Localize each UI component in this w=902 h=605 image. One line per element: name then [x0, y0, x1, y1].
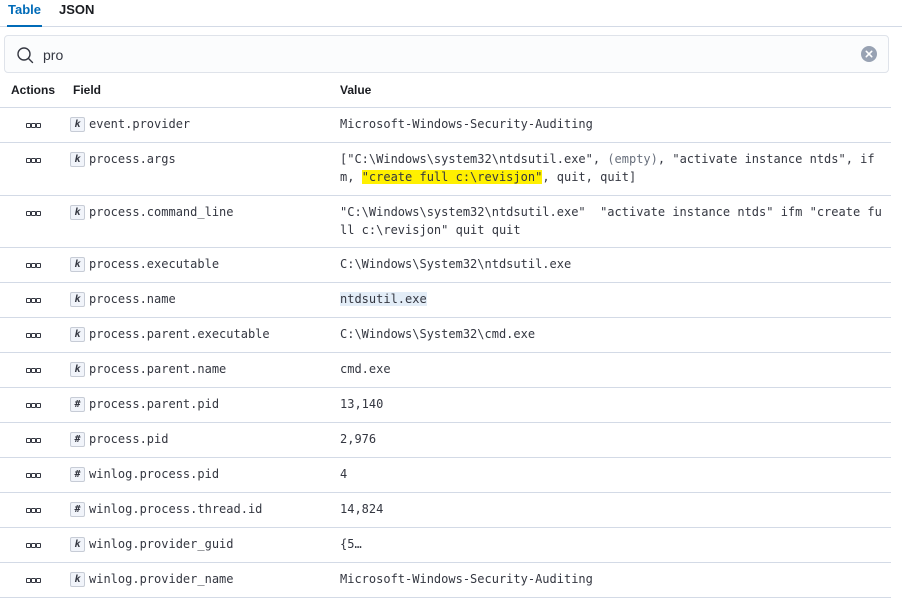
- field-name: process.pid: [89, 432, 169, 446]
- row-actions-icon[interactable]: [26, 123, 42, 128]
- row-actions-icon[interactable]: [26, 211, 42, 216]
- row-actions-icon[interactable]: [26, 298, 42, 303]
- field-type-number-icon: #: [70, 397, 85, 412]
- field-type-keyword-icon: k: [70, 572, 85, 587]
- table-row: # winlog.process.thread.id 14,824: [0, 493, 891, 528]
- field-type-keyword-icon: k: [70, 327, 85, 342]
- field-type-keyword-icon: k: [70, 362, 85, 377]
- field-value[interactable]: C:\Windows\System32\ntdsutil.exe: [340, 255, 885, 273]
- search-input[interactable]: [43, 45, 843, 65]
- field-value[interactable]: 14,824: [340, 500, 885, 518]
- field-name: process.parent.pid: [89, 397, 220, 411]
- row-actions-icon[interactable]: [26, 578, 42, 583]
- field-value[interactable]: {5…: [340, 535, 885, 553]
- field-type-keyword-icon: k: [70, 205, 85, 220]
- selected-value-text: ntdsutil.exe: [340, 292, 427, 306]
- row-actions-icon[interactable]: [26, 263, 42, 268]
- search-icon: [17, 47, 34, 64]
- column-header-value[interactable]: Value: [340, 83, 371, 97]
- field-value[interactable]: 4: [340, 465, 885, 483]
- search-bar: [4, 35, 889, 73]
- row-actions-icon[interactable]: [26, 403, 42, 408]
- field-name: winlog.provider_name: [89, 572, 234, 586]
- row-actions-icon[interactable]: [26, 158, 42, 163]
- field-name: process.parent.executable: [89, 327, 270, 341]
- table-row: k process.args ["C:\Windows\system32\ntd…: [0, 143, 891, 196]
- field-name: process.command_line: [89, 205, 234, 219]
- field-value[interactable]: Microsoft-Windows-Security-Auditing: [340, 570, 885, 588]
- field-type-keyword-icon: k: [70, 537, 85, 552]
- field-name: winlog.provider_guid: [89, 537, 234, 551]
- field-name: process.name: [89, 292, 176, 306]
- tab-table[interactable]: Table: [7, 2, 42, 27]
- field-name: winlog.process.pid: [89, 467, 220, 481]
- field-name: process.args: [89, 152, 176, 166]
- field-value[interactable]: cmd.exe: [340, 360, 885, 378]
- field-value[interactable]: 2,976: [340, 430, 885, 448]
- value-text: ["C:\Windows\system32\ntdsutil.exe",: [340, 152, 608, 166]
- field-type-number-icon: #: [70, 432, 85, 447]
- table-row: k event.provider Microsoft-Windows-Secur…: [0, 108, 891, 143]
- clear-search-icon[interactable]: [861, 46, 877, 62]
- tab-json[interactable]: JSON: [59, 2, 94, 25]
- value-text: , quit, quit]: [542, 170, 637, 184]
- field-type-keyword-icon: k: [70, 117, 85, 132]
- field-name: event.provider: [89, 117, 191, 131]
- field-value[interactable]: ntdsutil.exe: [340, 290, 885, 308]
- field-name: process.executable: [89, 257, 220, 271]
- field-name: winlog.process.thread.id: [89, 502, 263, 516]
- field-value[interactable]: C:\Windows\System32\cmd.exe: [340, 325, 885, 343]
- table-row: k winlog.provider_name Microsoft-Windows…: [0, 563, 891, 598]
- table-row: k process.command_line "C:\Windows\syste…: [0, 196, 891, 248]
- table-row: # winlog.process.pid 4: [0, 458, 891, 493]
- field-value[interactable]: Microsoft-Windows-Security-Auditing: [340, 115, 885, 133]
- tab-bar: Table JSON: [0, 0, 902, 27]
- field-type-keyword-icon: k: [70, 152, 85, 167]
- table-row: k process.name ntdsutil.exe: [0, 283, 891, 318]
- table-row: k winlog.provider_guid {5…: [0, 528, 891, 563]
- field-type-keyword-icon: k: [70, 257, 85, 272]
- search-highlight: "create full c:\revisjon": [361, 170, 543, 184]
- row-actions-icon[interactable]: [26, 368, 42, 373]
- table-row: # process.pid 2,976: [0, 423, 891, 458]
- field-type-number-icon: #: [70, 502, 85, 517]
- column-header-field[interactable]: Field: [73, 83, 101, 97]
- field-value[interactable]: 13,140: [340, 395, 885, 413]
- field-type-number-icon: #: [70, 467, 85, 482]
- column-header-actions: Actions: [11, 83, 56, 97]
- row-actions-icon[interactable]: [26, 473, 42, 478]
- field-name: process.parent.name: [89, 362, 227, 376]
- empty-value: (empty): [607, 152, 658, 166]
- field-value[interactable]: "C:\Windows\system32\ntdsutil.exe" "acti…: [340, 203, 885, 239]
- row-actions-icon[interactable]: [26, 543, 42, 548]
- row-actions-icon[interactable]: [26, 438, 42, 443]
- row-actions-icon[interactable]: [26, 508, 42, 513]
- field-value[interactable]: ["C:\Windows\system32\ntdsutil.exe", (em…: [340, 150, 885, 186]
- table-row: # process.parent.pid 13,140: [0, 388, 891, 423]
- row-actions-icon[interactable]: [26, 333, 42, 338]
- table-row: k process.parent.executable C:\Windows\S…: [0, 318, 891, 353]
- table-row: k process.executable C:\Windows\System32…: [0, 248, 891, 283]
- table-row: k process.parent.name cmd.exe: [0, 353, 891, 388]
- table-header: Actions Field Value: [0, 79, 891, 108]
- field-type-keyword-icon: k: [70, 292, 85, 307]
